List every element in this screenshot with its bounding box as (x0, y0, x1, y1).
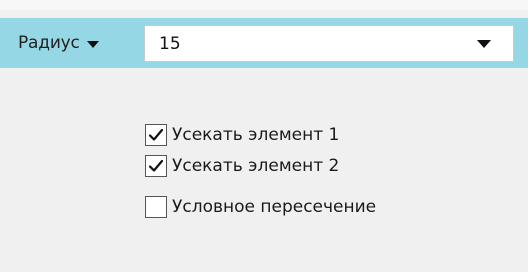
radius-label-dropdown[interactable]: Радиус (18, 30, 99, 56)
truncate-element-2-option[interactable]: Усекать элемент 2 (145, 154, 339, 178)
dropdown-arrow-icon[interactable] (477, 39, 491, 48)
checkmark-icon (148, 159, 164, 172)
top-strip (0, 0, 528, 10)
truncate-element-2-checkbox[interactable] (145, 155, 167, 177)
radius-combobox[interactable]: 15 (144, 25, 514, 62)
chevron-down-icon (86, 40, 99, 48)
conditional-intersection-checkbox[interactable] (145, 196, 167, 218)
radius-label: Радиус (18, 33, 80, 53)
checkmark-icon (148, 128, 164, 141)
conditional-intersection-option[interactable]: Условное пересечение (145, 195, 376, 219)
truncate-element-1-option[interactable]: Усекать элемент 1 (145, 123, 339, 147)
truncate-element-1-checkbox[interactable] (145, 124, 167, 146)
truncate-element-1-label: Усекать элемент 1 (172, 125, 340, 145)
truncate-element-2-label: Усекать элемент 2 (172, 156, 340, 176)
radius-value: 15 (159, 33, 181, 54)
conditional-intersection-label: Условное пересечение (172, 197, 377, 217)
